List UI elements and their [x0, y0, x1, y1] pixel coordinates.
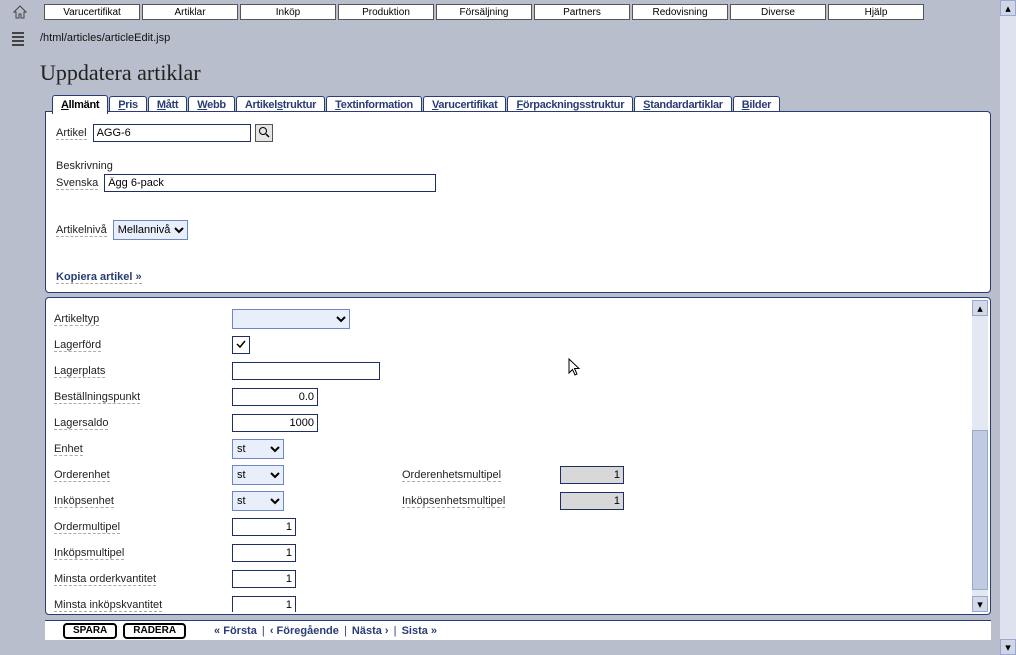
min-purchase-qty-label: Minsta inköpskvantitet — [54, 599, 162, 612]
menu-inkop[interactable]: Inköp — [240, 4, 336, 20]
article-input[interactable] — [93, 124, 251, 142]
chevron-up-icon: ▴ — [1005, 2, 1011, 15]
main-menu: Varucertifikat Artiklar Inköp Produktion… — [44, 4, 924, 20]
window-scrollbar[interactable]: ▴ ▾ — [1000, 0, 1016, 655]
reorder-point-input[interactable] — [232, 388, 318, 406]
level-select[interactable]: Mellannivå — [113, 220, 188, 240]
panel-scrollbar[interactable]: ▴ ▾ — [972, 300, 988, 612]
unit-select[interactable]: st — [232, 439, 284, 459]
chevron-down-icon: ▾ — [1005, 641, 1011, 654]
level-label: Artikelnivå — [56, 224, 107, 237]
menu-forsaljning[interactable]: Försäljning — [436, 4, 532, 20]
scroll-thumb[interactable] — [972, 430, 988, 590]
article-type-label: Artikeltyp — [54, 313, 99, 326]
description-label: Beskrivning — [56, 160, 980, 172]
stock-kept-label: Lagerförd — [54, 339, 101, 352]
menu-produktion[interactable]: Produktion — [338, 4, 434, 20]
order-unit-mult-label: Orderenhetsmultipel — [402, 469, 501, 482]
article-label: Artikel — [56, 127, 87, 140]
checkmark-icon — [235, 338, 247, 353]
page-title: Uppdatera artiklar — [40, 60, 201, 86]
purchase-unit-mult-label: Inköpsenhetsmultipel — [402, 495, 505, 508]
order-unit-select[interactable]: st — [232, 465, 284, 485]
pager-next[interactable]: Nästa › — [352, 625, 389, 637]
menu-redovisning[interactable]: Redovisning — [632, 4, 728, 20]
stock-balance-label: Lagersaldo — [54, 417, 108, 430]
order-mult-label: Ordermultipel — [54, 521, 120, 534]
copy-article-link[interactable]: Kopiera artikel » — [56, 271, 142, 284]
reorder-point-label: Beställningspunkt — [54, 391, 140, 404]
scroll-down-button[interactable]: ▾ — [972, 596, 988, 612]
grip-icon[interactable] — [12, 32, 24, 46]
min-purchase-qty-input[interactable] — [232, 596, 296, 612]
menu-varucertifikat[interactable]: Varucertifikat — [44, 4, 140, 20]
menu-diverse[interactable]: Diverse — [730, 4, 826, 20]
delete-button[interactable]: RADERA — [123, 623, 186, 639]
stock-location-label: Lagerplats — [54, 365, 105, 378]
order-unit-label: Orderenhet — [54, 469, 110, 482]
footer-bar: SPARA RADERA « Första | ‹ Föregående | N… — [45, 620, 991, 640]
pager-prev[interactable]: ‹ Föregående — [270, 625, 339, 637]
order-mult-input[interactable] — [232, 518, 296, 536]
stock-kept-checkbox[interactable] — [232, 336, 250, 354]
stock-balance-input[interactable] — [232, 414, 318, 432]
panel-header: Artikel Beskrivning Svenska Artikelnivå … — [45, 111, 991, 293]
purchase-mult-input[interactable] — [232, 544, 296, 562]
pager: « Första | ‹ Föregående | Nästa › | Sist… — [214, 625, 437, 637]
menu-hjalp[interactable]: Hjälp — [828, 4, 924, 20]
lookup-button[interactable] — [255, 124, 273, 142]
unit-label: Enhet — [54, 443, 83, 456]
tab-allmant[interactable]: Allmänt — [52, 95, 108, 114]
window-scroll-up[interactable]: ▴ — [1000, 0, 1016, 16]
chevron-up-icon: ▴ — [977, 302, 983, 315]
swedish-label: Svenska — [56, 177, 98, 190]
min-order-qty-label: Minsta orderkvantitet — [54, 573, 156, 586]
min-order-qty-input[interactable] — [232, 570, 296, 588]
pager-first[interactable]: « Första — [214, 625, 257, 637]
menu-artiklar[interactable]: Artiklar — [142, 4, 238, 20]
breadcrumb: /html/articles/articleEdit.jsp — [40, 32, 170, 44]
purchase-mult-label: Inköpsmultipel — [54, 547, 124, 560]
purchase-unit-select[interactable]: st — [232, 491, 284, 511]
purchase-unit-mult-input — [560, 492, 624, 510]
home-icon[interactable] — [12, 4, 28, 23]
pager-last[interactable]: Sista » — [402, 625, 437, 637]
search-icon — [258, 126, 270, 141]
article-type-select[interactable] — [232, 309, 350, 329]
menu-partners[interactable]: Partners — [534, 4, 630, 20]
swedish-input[interactable] — [104, 174, 436, 192]
stock-location-input[interactable] — [232, 362, 380, 380]
order-unit-mult-input — [560, 466, 624, 484]
window-scroll-down[interactable]: ▾ — [1000, 639, 1016, 655]
save-button[interactable]: SPARA — [63, 623, 117, 639]
purchase-unit-label: Inköpsenhet — [54, 495, 114, 508]
chevron-down-icon: ▾ — [977, 598, 983, 611]
scroll-up-button[interactable]: ▴ — [972, 300, 988, 316]
panel-details: Artikeltyp Lagerförd Lagerplats Beställn… — [45, 297, 991, 615]
